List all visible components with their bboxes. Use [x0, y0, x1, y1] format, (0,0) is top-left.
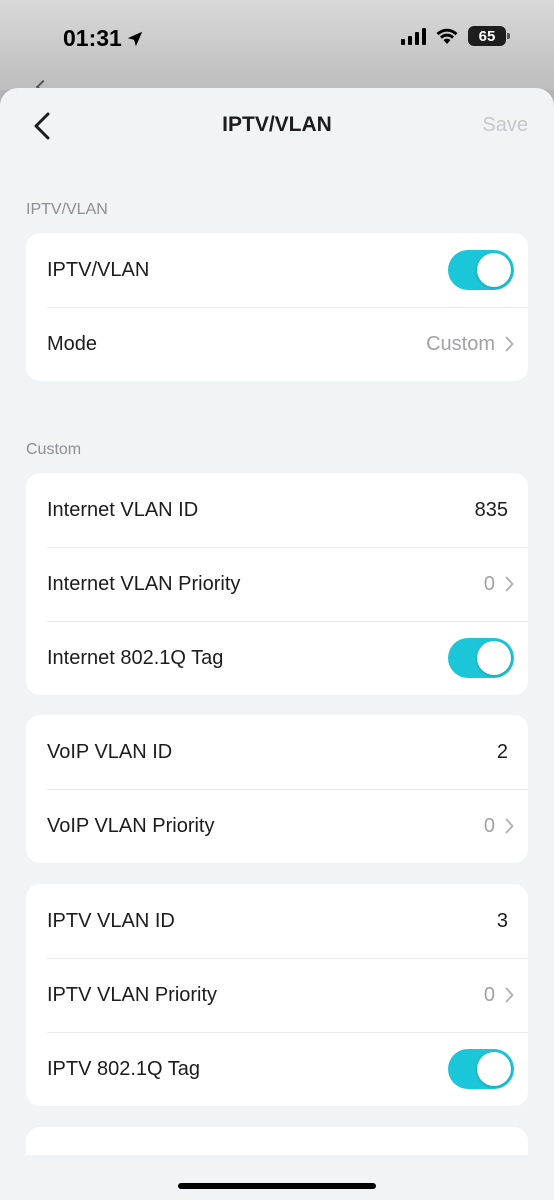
row-label: VoIP VLAN ID	[47, 740, 173, 763]
voip-vlan-priority-row[interactable]: VoIP VLAN Priority 0	[26, 789, 528, 863]
row-label: IPTV/VLAN	[47, 258, 150, 281]
mode-row[interactable]: Mode Custom	[26, 307, 528, 381]
status-time: 01:31	[63, 25, 144, 52]
iptv-vlan-priority-value: 0	[483, 983, 495, 1006]
iptv-vlan-id-value: 3	[496, 909, 508, 932]
location-arrow-icon	[127, 31, 143, 46]
row-label: Mode	[47, 332, 98, 355]
row-label: IPTV 802.1Q Tag	[47, 1057, 201, 1080]
internet-vlan-priority-value: 0	[483, 572, 495, 595]
clock-text: 01:31	[63, 25, 122, 51]
internet-vlan-id-value: 835	[474, 498, 508, 521]
save-button[interactable]: Save	[482, 114, 528, 137]
row-label: IPTV VLAN Priority	[47, 983, 218, 1006]
toggle-knob	[477, 641, 511, 675]
internet-vlan-card: Internet VLAN ID 835 Internet VLAN Prior…	[26, 473, 528, 695]
iptv-vlan-toggle-row: IPTV/VLAN	[26, 233, 528, 307]
internet-8021q-tag-row: Internet 802.1Q Tag	[26, 621, 528, 695]
voip-vlan-priority-value: 0	[483, 814, 495, 837]
wifi-icon	[435, 27, 459, 45]
mode-value: Custom	[426, 332, 495, 355]
nav-bar: IPTV/VLAN Save	[0, 88, 554, 164]
iptv-vlan-priority-row[interactable]: IPTV VLAN Priority 0	[26, 958, 528, 1032]
battery-level: 65	[478, 27, 496, 45]
iptv-vlan-toggle[interactable]	[448, 250, 514, 290]
toggle-knob	[477, 1052, 511, 1086]
status-bar: 01:31 65	[0, 0, 554, 95]
toggle-knob	[477, 253, 511, 287]
iptv-vlan-card: IPTV/VLAN Mode Custom	[26, 233, 528, 381]
internet-8021q-tag-toggle[interactable]	[448, 638, 514, 678]
chevron-right-icon	[505, 336, 514, 352]
battery-icon: 65	[468, 26, 510, 46]
row-label: Internet 802.1Q Tag	[47, 646, 224, 669]
row-label: Internet VLAN ID	[47, 498, 199, 521]
chevron-right-icon	[505, 987, 514, 1003]
internet-vlan-id-row[interactable]: Internet VLAN ID 835	[26, 473, 528, 547]
iptv-8021q-tag-row: IPTV 802.1Q Tag	[26, 1032, 528, 1106]
internet-vlan-priority-row[interactable]: Internet VLAN Priority 0	[26, 547, 528, 621]
home-indicator[interactable]	[178, 1183, 376, 1189]
row-label: VoIP VLAN Priority	[47, 814, 215, 837]
section-label-custom: Custom	[26, 441, 82, 458]
page-title: IPTV/VLAN	[222, 113, 332, 136]
section-label-iptv-vlan: IPTV/VLAN	[26, 201, 108, 218]
chevron-right-icon	[505, 818, 514, 834]
iptv-vlan-settings-card: IPTV VLAN ID 3 IPTV VLAN Priority 0 IPTV…	[26, 884, 528, 1106]
iptv-vlan-id-row[interactable]: IPTV VLAN ID 3	[26, 884, 528, 958]
settings-sheet: IPTV/VLAN Save IPTV/VLAN IPTV/VLAN Mode …	[0, 88, 554, 1200]
chevron-right-icon	[505, 576, 514, 592]
cellular-signal-icon	[401, 27, 426, 45]
voip-vlan-card: VoIP VLAN ID 2 VoIP VLAN Priority 0	[26, 715, 528, 863]
row-label: Internet VLAN Priority	[47, 572, 241, 595]
voip-vlan-id-row[interactable]: VoIP VLAN ID 2	[26, 715, 528, 789]
row-label: IPTV VLAN ID	[47, 909, 175, 932]
bottom-safe-area	[0, 1155, 554, 1200]
voip-vlan-id-value: 2	[496, 740, 508, 763]
iptv-8021q-tag-toggle[interactable]	[448, 1049, 514, 1089]
